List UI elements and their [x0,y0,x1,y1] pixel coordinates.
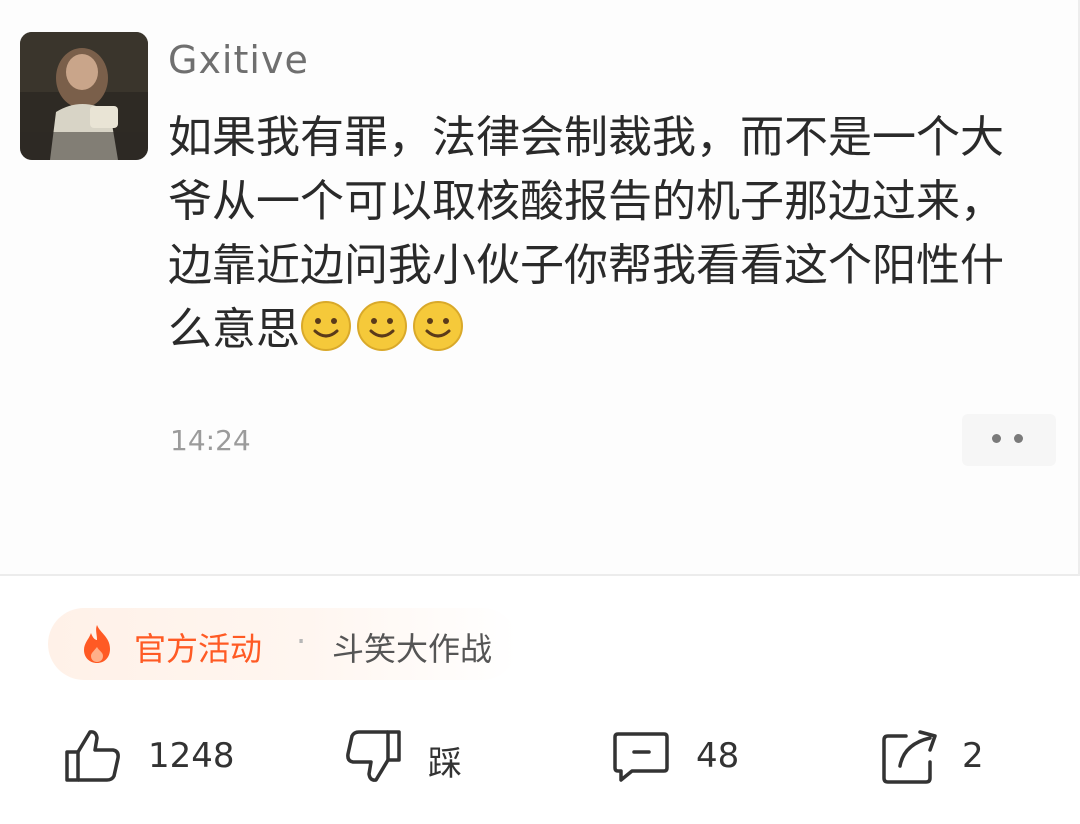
smile-emoji-icon [412,300,464,352]
message-text: 如果我有罪，法律会制裁我，而不是一个大爷从一个可以取核酸报告的机子那边过来，边靠… [168,106,1038,362]
dislike-label: 踩 [428,744,462,784]
like-count: 1248 [148,736,235,776]
fire-icon [78,623,116,669]
comment-count: 48 [696,736,740,776]
activity-title: 斗笑大作战 [332,630,493,668]
official-activity-tag[interactable]: 官方活动 · 斗笑大作战 [48,608,518,680]
username[interactable]: Gxitive [168,38,309,82]
thumbs-down-icon [346,730,401,782]
message-body: 如果我有罪，法律会制裁我，而不是一个大爷从一个可以取核酸报告的机子那边过来，边靠… [168,112,1004,355]
activity-separator: · [296,622,307,660]
dislike-button[interactable]: 踩 [344,728,484,788]
avatar[interactable] [20,32,148,160]
activity-label: 官方活动 [134,630,263,668]
comment-button[interactable]: 48 [612,728,762,788]
share-button[interactable]: 2 [880,728,1000,788]
more-dots-icon [1014,434,1023,443]
smile-emoji-icon [300,300,352,352]
thumbs-up-icon [65,730,120,782]
more-dots-icon [992,434,1001,443]
comment-icon [613,732,669,782]
smile-emoji-icon [356,300,408,352]
post-time: 14:24 [170,424,251,457]
more-options-button[interactable] [962,414,1056,466]
like-button[interactable]: 1248 [64,728,254,788]
share-icon [882,730,937,784]
post-card: Gxitive 如果我有罪，法律会制裁我，而不是一个大爷从一个可以取核酸报告的机… [0,0,1080,576]
share-count: 2 [962,736,984,776]
